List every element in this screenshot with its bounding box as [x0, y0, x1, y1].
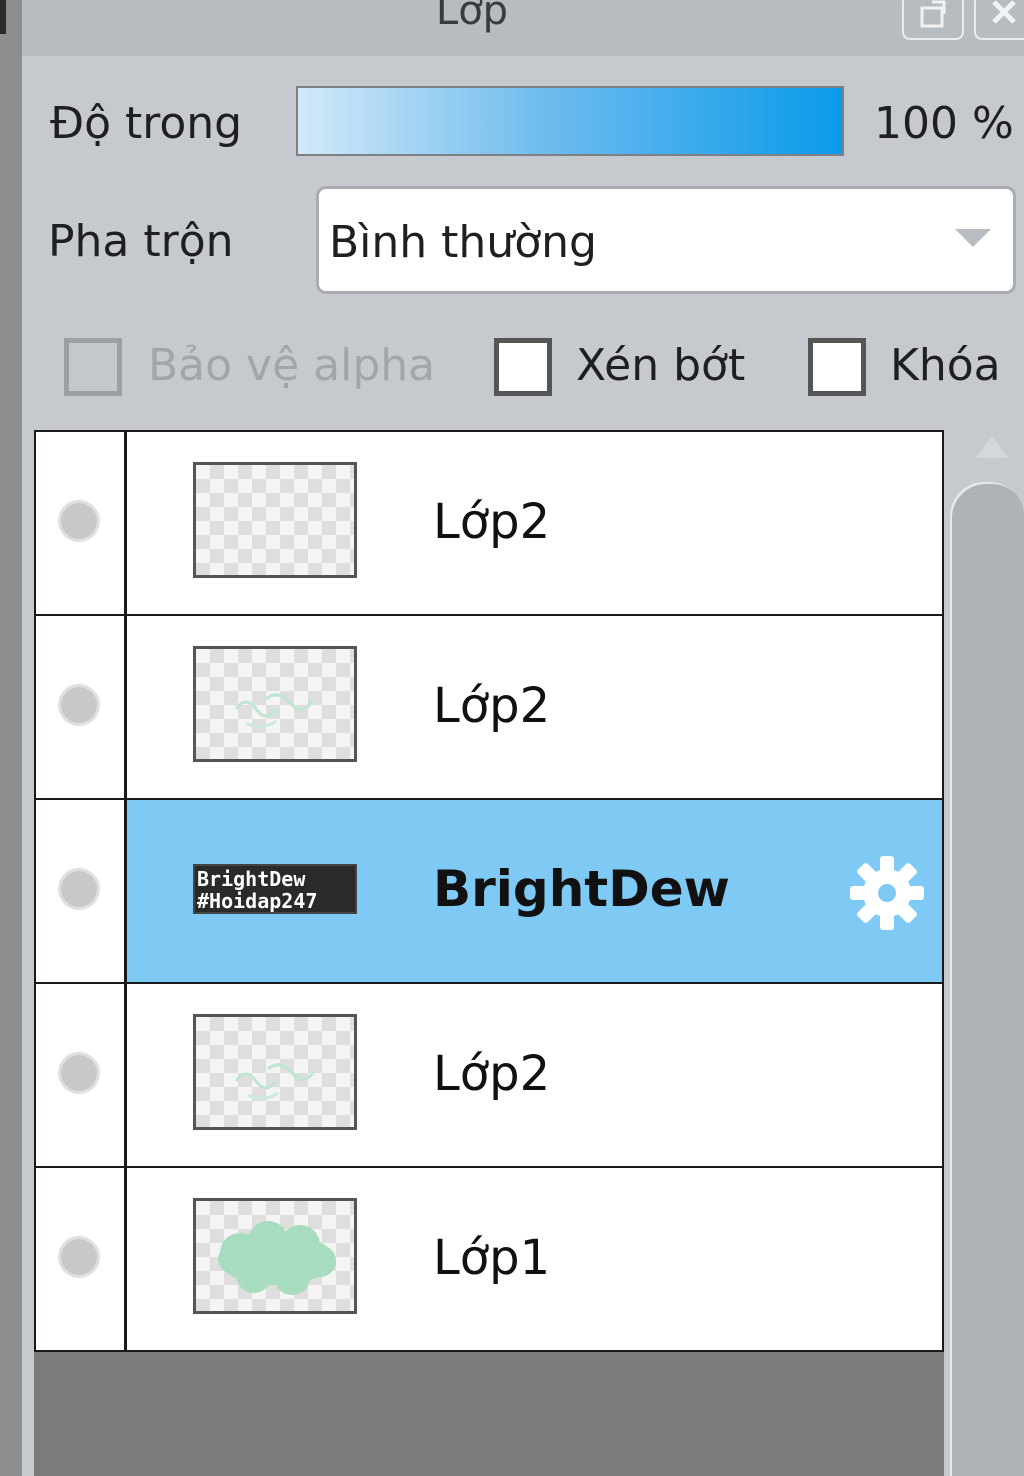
- layer-content[interactable]: Lớp2: [127, 432, 942, 614]
- scrollbar-thumb[interactable]: [950, 482, 1024, 1476]
- opacity-slider[interactable]: [296, 86, 844, 156]
- visibility-dot-icon[interactable]: [58, 1052, 100, 1094]
- panel-title-bar[interactable]: Lớp: [22, 0, 1024, 56]
- close-icon: [992, 0, 1016, 24]
- blend-mode-value: Bình thường: [329, 217, 597, 268]
- visibility-cell[interactable]: [36, 800, 127, 982]
- layer-name: Lớp1: [433, 1230, 551, 1286]
- visibility-cell[interactable]: [36, 984, 127, 1166]
- green-blob-graphic: [218, 1221, 336, 1295]
- visibility-dot-icon[interactable]: [58, 868, 100, 910]
- faint-strokes-graphic: [234, 1063, 316, 1100]
- panel-title: Lớp: [435, 0, 509, 34]
- layer-row[interactable]: Lớp1: [34, 1166, 944, 1352]
- window-left-edge: [0, 0, 22, 1476]
- opacity-label: Độ trong: [50, 98, 243, 149]
- protect-alpha-label: Bảo vệ alpha: [148, 340, 436, 391]
- clipping-checkbox[interactable]: [494, 338, 552, 396]
- layer-row[interactable]: Lớp2: [34, 614, 944, 800]
- thumbnail-text-line: #Hoidap247: [197, 889, 318, 913]
- layer-thumbnail: [193, 1014, 357, 1130]
- faint-strokes-graphic: [234, 693, 314, 728]
- layer-thumbnail: [193, 1198, 357, 1314]
- visibility-cell[interactable]: [36, 1168, 127, 1350]
- layer-panel: Lớp Độ trong 100 % Pha trộn Bình thường …: [22, 0, 1024, 1476]
- lock-checkbox[interactable]: [808, 338, 866, 396]
- layer-name: Lớp2: [433, 1046, 551, 1102]
- layer-name: BrightDew: [433, 860, 730, 918]
- layer-row[interactable]: Lớp2: [34, 430, 944, 616]
- thumbnail-text-line: BrightDew: [197, 867, 306, 891]
- blend-mode-label: Pha trộn: [48, 216, 234, 267]
- visibility-dot-icon[interactable]: [58, 1236, 100, 1278]
- layer-content[interactable]: Lớp2: [127, 616, 942, 798]
- layer-scrollbar[interactable]: [950, 430, 1024, 1476]
- layer-name: Lớp2: [433, 678, 551, 734]
- chevron-down-icon: [955, 229, 991, 247]
- layer-row[interactable]: Lớp2: [34, 982, 944, 1168]
- visibility-cell[interactable]: [36, 432, 127, 614]
- visibility-dot-icon[interactable]: [58, 684, 100, 726]
- window-edge-notch: [0, 0, 6, 34]
- layer-content[interactable]: Lớp1: [127, 1168, 942, 1350]
- undock-icon: [920, 0, 946, 28]
- visibility-cell[interactable]: [36, 616, 127, 798]
- undock-button[interactable]: [902, 0, 964, 40]
- clipping-label: Xén bớt: [576, 340, 746, 391]
- text-layer-thumbnail: BrightDew #Hoidap247: [193, 864, 357, 914]
- layer-list: Lớp2 Lớp2 BrightDew #Hoidap247 BrightDew…: [34, 430, 944, 1476]
- layer-thumbnail: [193, 646, 357, 762]
- layer-row-selected[interactable]: BrightDew #Hoidap247 BrightDew: [34, 798, 944, 984]
- layer-thumbnail: [193, 462, 357, 578]
- opacity-value: 100 %: [874, 98, 1014, 149]
- scroll-up-arrow-icon[interactable]: [976, 436, 1008, 458]
- layer-name: Lớp2: [433, 494, 551, 550]
- lock-label: Khóa: [890, 340, 1001, 391]
- layer-content[interactable]: BrightDew #Hoidap247 BrightDew: [127, 800, 942, 982]
- close-panel-button[interactable]: [974, 0, 1024, 40]
- layer-content[interactable]: Lớp2: [127, 984, 942, 1166]
- protect-alpha-checkbox[interactable]: [64, 338, 122, 396]
- blend-mode-dropdown[interactable]: Bình thường: [316, 186, 1016, 294]
- gear-icon[interactable]: [846, 852, 928, 934]
- visibility-dot-icon[interactable]: [58, 500, 100, 542]
